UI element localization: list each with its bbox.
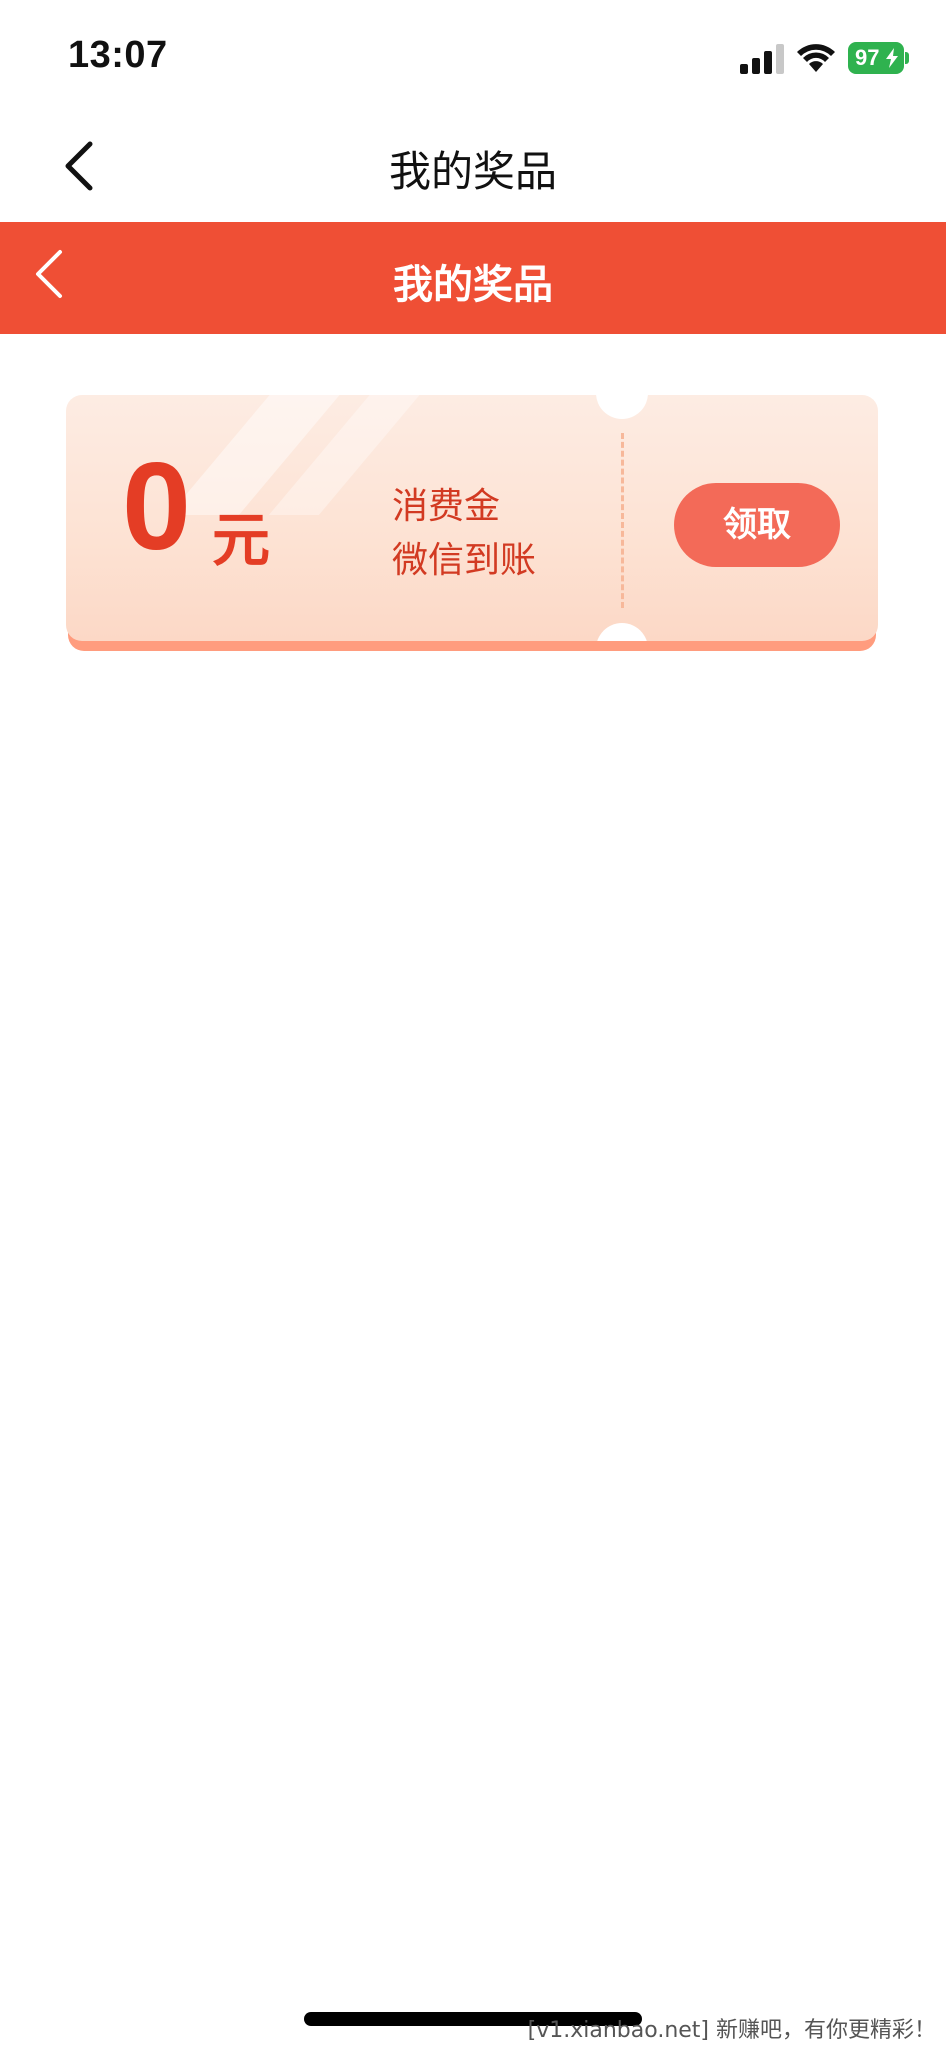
coupon-divider xyxy=(621,433,624,608)
wifi-icon xyxy=(797,44,835,72)
coupon-type: 消费金 xyxy=(392,486,501,527)
prize-coupon-card: 0 元 消费金 微信到账 领取 xyxy=(66,395,878,651)
coupon-amount: 0 xyxy=(122,438,191,576)
charging-bolt-icon xyxy=(886,48,898,68)
battery-icon: 97 xyxy=(848,42,909,74)
battery-tip xyxy=(905,52,909,64)
page: 13:07 97 我的奖品 我的奖品 0 元 消费金 微信到账 领取 [v1.x… xyxy=(0,0,946,2048)
coupon-notch-bottom xyxy=(596,623,648,641)
navigation-bar: 我的奖品 xyxy=(0,110,946,222)
header-title: 我的奖品 xyxy=(393,262,553,308)
page-title: 我的奖品 xyxy=(388,147,557,196)
coupon-unit: 元 xyxy=(212,506,271,574)
coupon-body: 0 元 消费金 微信到账 领取 xyxy=(66,395,878,641)
status-time: 13:07 xyxy=(68,34,168,76)
claim-button[interactable]: 领取 xyxy=(674,483,840,567)
status-bar: 13:07 97 xyxy=(0,0,946,110)
cellular-signal-icon xyxy=(740,44,784,74)
prize-header-bar: 我的奖品 xyxy=(0,222,946,334)
watermark-text: [v1.xianbao.net] 新赚吧，有你更精彩！ xyxy=(527,2018,936,2043)
coupon-delivery: 微信到账 xyxy=(392,540,537,581)
coupon-notch-top xyxy=(596,395,648,419)
